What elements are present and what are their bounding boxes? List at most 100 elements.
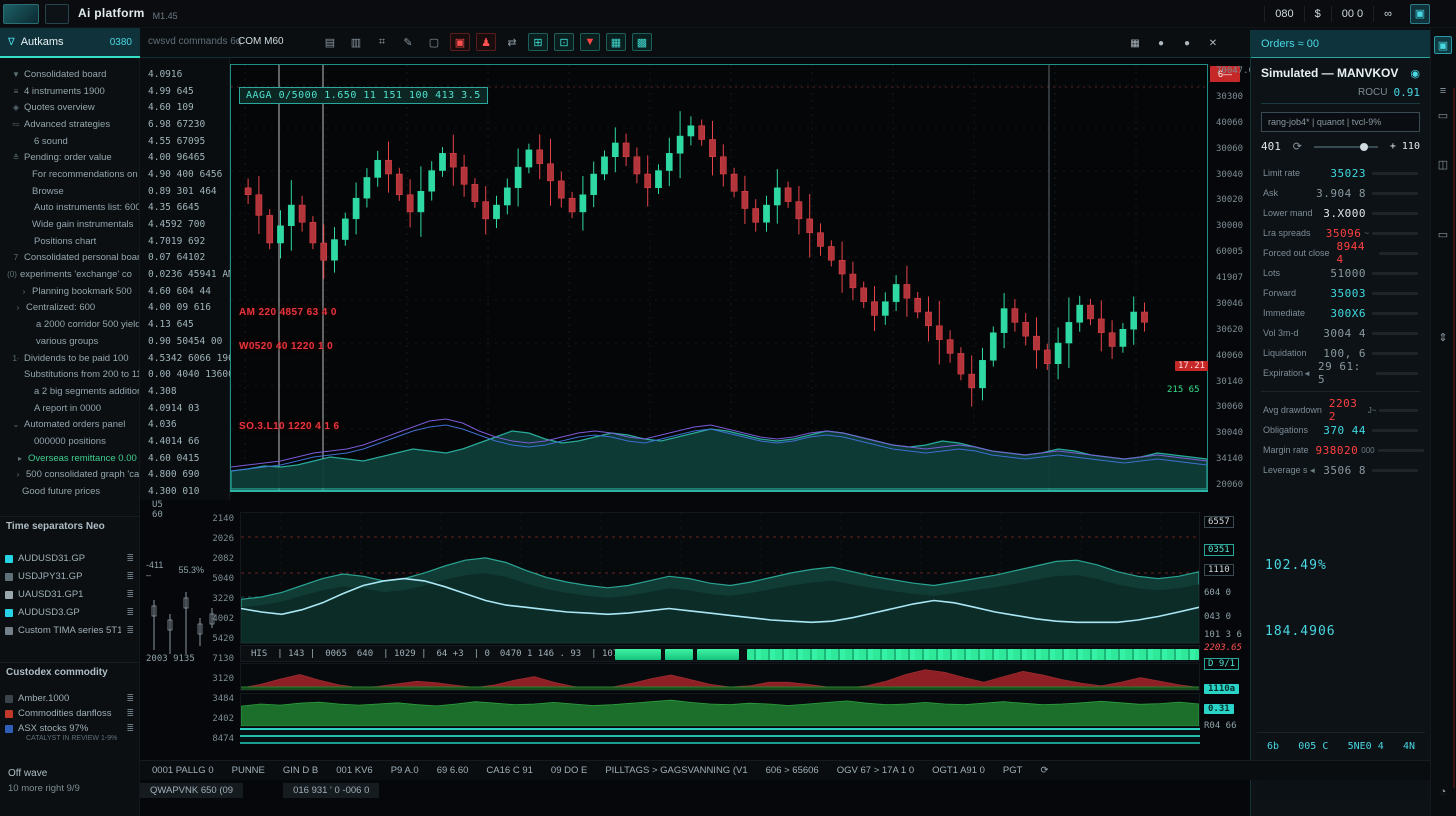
list-icon[interactable]: ≣ [126,607,134,618]
sidebar-item[interactable]: Auto instruments list: 600 [0,200,139,217]
toolbar-icon[interactable]: ▣ [450,33,470,51]
separator-item[interactable]: UAUSD31.GP1 ≣ [0,586,139,604]
price-value[interactable]: 4.036 [140,416,229,433]
dock-icon[interactable]: ≡ [1434,82,1452,100]
sidebar-item[interactable]: ▸ Overseas remittance 0.00 [0,450,139,467]
sidebar-item[interactable]: › Planning bookmark 500 [0,283,139,300]
sidebar-item[interactable]: various groups [0,333,139,350]
field-collapse-icon[interactable]: ◄ [1308,466,1316,475]
symbol-selector[interactable]: ∇ Autkams 0380 [0,28,140,58]
toolbar-icon[interactable]: ⊡ [554,33,574,51]
window-control-button[interactable]: ● [1150,34,1172,52]
sidebar-item[interactable]: a 2 big segments additions [0,383,139,400]
order-field-row[interactable]: Margin rate 938020 000 [1261,440,1420,460]
increment-label[interactable]: + 110 [1390,141,1420,152]
order-panel-tab[interactable]: Orders ≈ 00 [1251,30,1431,58]
price-value[interactable]: 0.0236 45941 AM [140,266,229,283]
order-field-row[interactable]: Expiration ◄ 29 61: 5 [1261,363,1420,383]
price-value[interactable]: 4.00 09 616 [140,300,229,317]
list-icon[interactable]: ≣ [126,708,134,719]
dock-icon[interactable]: ▭ [1434,225,1452,243]
sidebar-item[interactable]: For recommendations on 500 [0,166,139,183]
order-field-row[interactable]: Ask 3.904 8 [1261,183,1420,203]
list-icon[interactable]: ≣ [126,723,134,734]
toolbar-icon[interactable]: ♟ [476,33,496,51]
window-control-button[interactable]: ● [1176,34,1198,52]
sidebar-item[interactable]: A report in 0000 [0,400,139,417]
sidebar-item[interactable]: ⌄ Automated orders panel [0,416,139,433]
toolbar-icon[interactable]: ⌗ [372,33,392,51]
workspace-icon[interactable]: ▣ [1410,4,1430,24]
price-value[interactable]: 4.300 010 [140,483,229,500]
order-field-row[interactable]: Forward 35003 [1261,283,1420,303]
sidebar-item[interactable]: Browse [0,183,139,200]
dock-icon[interactable]: ◫ [1434,155,1452,173]
separator-item[interactable]: AUDUSD3.GP ≣ [0,604,139,622]
price-value[interactable]: 4.13 645 [140,316,229,333]
sidebar-item[interactable]: ◈ Quotes overview [0,99,139,116]
sidebar-item[interactable]: Substitutions from 200 to 110 [0,366,139,383]
volume-slider[interactable] [1314,146,1378,148]
window-control-button[interactable]: ✕ [1202,34,1224,52]
info-icon[interactable]: ◉ [1410,67,1420,80]
sidebar-item[interactable]: 6 sound [0,133,139,150]
price-value[interactable]: 4.90 400 6456 [140,166,229,183]
dock-icon[interactable]: ◔ [1434,783,1452,801]
sidebar-item[interactable]: (0) experiments 'exchange' co [0,266,139,283]
sidebar-item[interactable]: 000000 positions [0,433,139,450]
sidebar-item[interactable]: ▼ Consolidated board [0,66,139,83]
sidebar-item[interactable]: Wide gain instrumentals [0,216,139,233]
price-value[interactable]: 4.99 645 [140,83,229,100]
separator-item[interactable]: Custom TIMA series 5T1 ≣ [0,622,139,640]
toolbar-icon[interactable]: ▩ [632,33,652,51]
toolbar-icon[interactable]: ▤ [320,33,340,51]
dock-icon[interactable]: ⇕ [1434,328,1452,346]
price-value[interactable]: 4.55 67095 [140,133,229,150]
dock-icon[interactable]: ▭ [1434,106,1452,124]
dock-icon[interactable]: ▣ [1434,36,1452,54]
order-field-row[interactable]: Leverage s ◄ 3506 8 [1261,460,1420,480]
list-icon[interactable]: ≣ [126,625,134,636]
toolbar-icon[interactable]: ▢ [424,33,444,51]
price-value[interactable]: 4.4014 66 [140,433,229,450]
order-field-row[interactable]: Avg drawdown 2203 2 J~ [1261,400,1420,420]
sidebar-item[interactable]: › 500 consolidated graph 'calls' 0 [0,467,139,484]
list-icon[interactable]: ≣ [126,571,134,582]
sidebar-item[interactable]: Positions chart [0,233,139,250]
sidebar-item[interactable]: 7 Consolidated personal board [0,250,139,267]
price-value[interactable]: 4.7019 692 [140,233,229,250]
quantity-value[interactable]: 401 [1261,140,1281,153]
red-histogram-panel[interactable] [240,663,1200,691]
sidebar-item[interactable]: a 2000 corridor 500 yields [0,316,139,333]
sidebar-item[interactable]: Good future prices [0,483,139,500]
toolbar-icon[interactable]: ▦ [606,33,626,51]
oscillator-panel[interactable] [240,512,1200,644]
price-value[interactable]: 4.800 690 [140,467,229,484]
price-value[interactable]: 0.90 50454 00 [140,333,229,350]
order-field-row[interactable]: Lower mand 3.X000 [1261,203,1420,223]
toolbar-icon[interactable]: ⊞ [528,33,548,51]
search-text[interactable]: cwsvd commands 6q [148,36,241,47]
price-value[interactable]: 4.00 96465 [140,149,229,166]
sidebar-item[interactable]: ≔ Advanced strategies [0,116,139,133]
order-field-row[interactable]: Immediate 300X6 [1261,303,1420,323]
price-value[interactable]: 4.60 0415 [140,450,229,467]
slider-knob[interactable] [1360,143,1368,151]
price-value[interactable]: 4.4592 700 [140,216,229,233]
toolbar-icon[interactable]: ⇄ [502,33,522,51]
toolbar-icon[interactable]: ▥ [346,33,366,51]
price-value[interactable]: 4.60 109 [140,99,229,116]
price-value[interactable]: 0.00 4040 13600 [140,366,229,383]
separator-item[interactable]: USDJPY31.GP ≣ [0,568,139,586]
window-control-button[interactable]: ▦ [1124,34,1146,52]
order-field-row[interactable]: Obligations 370 44 [1261,420,1420,440]
order-field-row[interactable]: Lots 51000 [1261,263,1420,283]
order-field-row[interactable]: Vol 3m-d 3004 4 [1261,323,1420,343]
separator-item[interactable]: AUDUSD31.GP ≣ [0,550,139,568]
toolbar-icon[interactable]: ▼ [580,33,600,51]
order-field-row[interactable]: Forced out close 8944 4 [1261,243,1420,263]
timeframe-label[interactable]: COM M60 [238,36,284,47]
price-value[interactable]: 4.0914 03 [140,400,229,417]
price-value[interactable]: 4.0916 [140,66,229,83]
price-value[interactable]: 4.5342 6066 1906 [140,350,229,367]
